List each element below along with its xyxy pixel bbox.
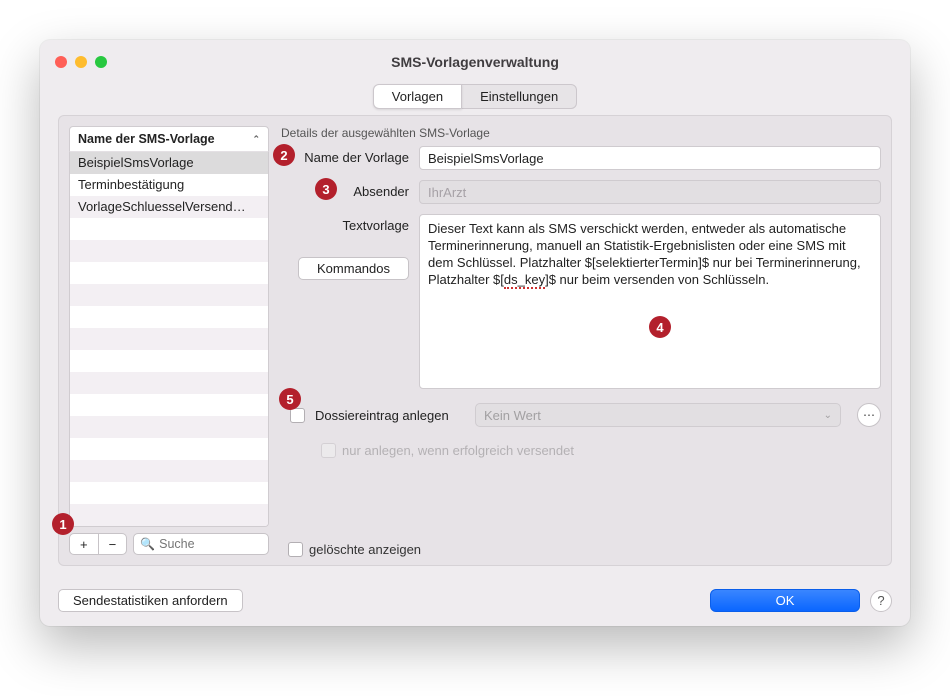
list-item: . [70,284,268,306]
list-item: . [70,328,268,350]
list-item: . [70,372,268,394]
statistics-button[interactable]: Sendestatistiken anfordern [58,589,243,612]
name-label: Name der Vorlage [279,146,409,165]
search-icon: 🔍 [140,537,155,551]
list-item[interactable]: Terminbestätigung [70,174,268,196]
dossier-type-dropdown[interactable]: Kein Wert ⌄ [475,403,841,427]
chevron-updown-icon: ⌄ [824,410,832,421]
traffic-lights [55,56,107,68]
dossier-dropdown-placeholder: Kein Wert [484,408,541,423]
tab-segmented-control: Vorlagen Einstellungen [373,84,577,109]
main-panel: Name der SMS-Vorlage ⌃ BeispielSmsVorlag… [58,115,892,566]
list-item: . [70,504,268,526]
tab-einstellungen[interactable]: Einstellungen [462,84,577,109]
list-item[interactable]: VorlageSchluesselVersend… [70,196,268,218]
list-item[interactable]: BeispielSmsVorlage [70,152,268,174]
title-bar: SMS-Vorlagenverwaltung [40,40,910,84]
add-template-button[interactable]: + [69,533,99,555]
footer: Sendestatistiken anfordern OK ? [40,575,910,626]
tab-vorlagen[interactable]: Vorlagen [373,84,462,109]
ok-button[interactable]: OK [710,589,860,612]
dossier-more-button[interactable]: ⋯ [857,403,881,427]
list-item: . [70,438,268,460]
remove-template-button[interactable]: − [99,533,128,555]
list-item: . [70,240,268,262]
only-if-sent-label: nur anlegen, wenn erfolgreich versendet [342,443,574,458]
template-list[interactable]: BeispielSmsVorlage Terminbestätigung Vor… [69,152,269,527]
list-item: . [70,394,268,416]
template-list-header-label: Name der SMS-Vorlage [78,132,215,146]
close-window-button[interactable] [55,56,67,68]
dossier-checkbox[interactable] [290,408,305,423]
text-template-content-post: ]$ nur beim versenden von Schlüsseln. [545,272,769,287]
list-item: . [70,482,268,504]
kommandos-button[interactable]: Kommandos [298,257,409,280]
template-name-input[interactable]: BeispielSmsVorlage [419,146,881,170]
list-item: . [70,218,268,240]
sms-template-management-window: SMS-Vorlagenverwaltung Vorlagen Einstell… [40,40,910,626]
content-area: Vorlagen Einstellungen Name der SMS-Vorl… [40,84,910,575]
textvorlage-label: Textvorlage [343,218,409,233]
absender-input: IhrArzt [419,180,881,204]
dossier-label: Dossiereintrag anlegen [315,408,465,423]
list-item: . [70,262,268,284]
template-list-header[interactable]: Name der SMS-Vorlage ⌃ [69,126,269,152]
sort-ascending-icon: ⌃ [252,134,260,145]
list-item: . [70,460,268,482]
absender-label: Absender [279,180,409,199]
text-template-textarea[interactable]: Dieser Text kann als SMS verschickt werd… [419,214,881,389]
only-if-sent-checkbox [321,443,336,458]
search-input[interactable] [159,537,262,551]
details-section-title: Details der ausgewählten SMS-Vorlage [281,126,881,140]
maximize-window-button[interactable] [95,56,107,68]
show-deleted-checkbox[interactable] [288,542,303,557]
text-template-content-udl: ds_key [504,272,545,289]
list-toolbar: + − 🔍 [69,533,269,555]
tab-bar: Vorlagen Einstellungen [58,84,892,109]
show-deleted-label: gelöschte anzeigen [309,542,421,557]
minimize-window-button[interactable] [75,56,87,68]
search-field[interactable]: 🔍 [133,533,269,555]
window-title: SMS-Vorlagenverwaltung [40,54,910,70]
template-list-column: Name der SMS-Vorlage ⌃ BeispielSmsVorlag… [69,126,269,555]
list-item: . [70,306,268,328]
list-item: . [70,350,268,372]
list-item: . [70,416,268,438]
help-button[interactable]: ? [870,590,892,612]
details-column: Details der ausgewählten SMS-Vorlage Nam… [279,126,881,555]
